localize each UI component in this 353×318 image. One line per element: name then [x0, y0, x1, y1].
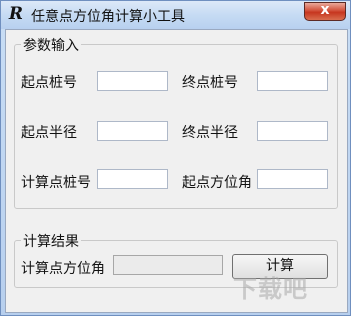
- end-radius-input[interactable]: [257, 121, 328, 141]
- end-stake-label: 终点桩号: [182, 75, 238, 91]
- start-stake-input[interactable]: [97, 71, 168, 91]
- start-stake-label: 起点桩号: [21, 75, 77, 91]
- watermark-logo: 下载吧: [233, 275, 308, 303]
- end-stake-input[interactable]: [257, 71, 328, 91]
- app-window: R 任意点方位角计算小工具 x 参数输入 起点桩号 终点桩号 起点半径 终点半径…: [0, 0, 351, 316]
- close-icon: x: [320, 2, 330, 18]
- azimuth-result-label: 计算点方位角: [21, 261, 105, 277]
- result-group-title: 计算结果: [21, 231, 81, 251]
- azimuth-result-field: [113, 255, 223, 275]
- input-group-title: 参数输入: [21, 35, 81, 55]
- window-title: 任意点方位角计算小工具: [31, 9, 185, 25]
- start-radius-label: 起点半径: [21, 125, 77, 141]
- app-logo-icon: R: [8, 4, 24, 24]
- calc-stake-input[interactable]: [97, 169, 168, 189]
- end-radius-label: 终点半径: [182, 125, 238, 141]
- start-azimuth-label: 起点方位角: [182, 175, 252, 191]
- start-azimuth-input[interactable]: [257, 169, 328, 189]
- close-button[interactable]: x: [304, 2, 346, 21]
- calc-stake-label: 计算点桩号: [21, 175, 91, 191]
- title-bar[interactable]: R 任意点方位角计算小工具 x: [1, 1, 350, 29]
- start-radius-input[interactable]: [97, 121, 168, 141]
